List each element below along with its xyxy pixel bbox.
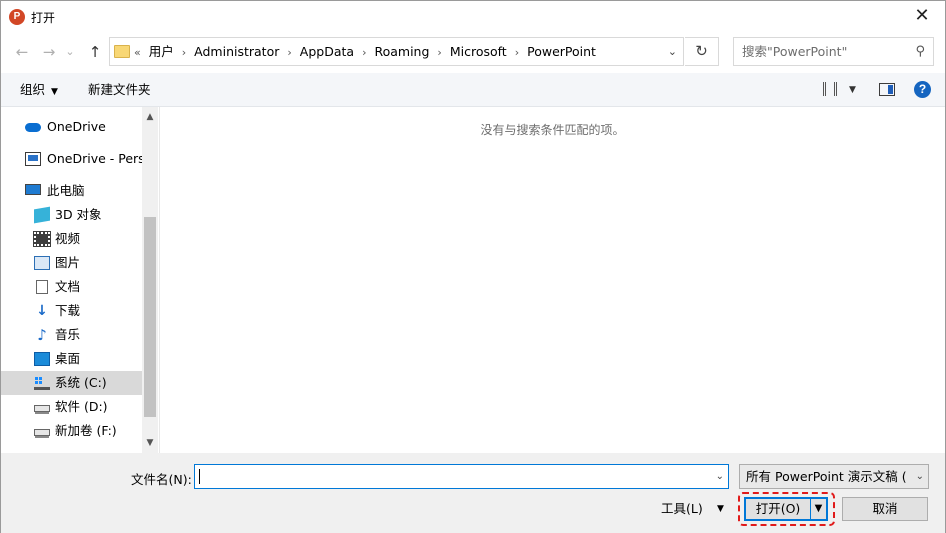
chevron-right-icon[interactable]: › <box>362 39 366 66</box>
powerpoint-app-icon: P <box>9 9 25 25</box>
empty-results-message: 没有与搜索条件匹配的项。 <box>480 123 625 137</box>
breadcrumb: « 用户 › Administrator › AppData › Roaming › Micros… <box>134 38 599 65</box>
filetype-value: 所有 PowerPoint 演示文稿 (*.pptx;*.ppt) <box>746 469 906 484</box>
sidebar-item-label: 3D 对象 <box>55 207 102 222</box>
view-caret-icon[interactable]: ▼ <box>849 73 856 107</box>
sidebar-item-label: 此电脑 <box>47 183 85 198</box>
recent-locations-button[interactable]: ⌄ <box>59 40 81 64</box>
sidebar-item-label: 新加卷 (F:) <box>55 423 117 438</box>
breadcrumb-item[interactable]: Microsoft <box>450 38 507 65</box>
search-input[interactable]: 搜索"PowerPoint" ⚲ <box>733 37 934 66</box>
breadcrumb-overflow[interactable]: « <box>134 39 141 66</box>
cancel-button[interactable]: 取消 <box>842 497 928 521</box>
chevron-down-icon[interactable]: ⌄ <box>716 465 724 488</box>
search-placeholder: 搜索"PowerPoint" <box>742 44 848 59</box>
search-icon: ⚲ <box>915 44 925 59</box>
sidebar-item-software-d[interactable]: 软件 (D:) <box>1 395 142 419</box>
sidebar-item-label: 下载 <box>55 303 81 318</box>
scroll-down-icon[interactable]: ▼ <box>142 435 158 451</box>
view-options-icon[interactable] <box>823 82 837 96</box>
sidebar-item-label: 音乐 <box>55 327 81 342</box>
sidebar-item-label: 桌面 <box>55 351 81 366</box>
sidebar-item-pictures[interactable]: 图片 <box>1 251 142 275</box>
cube-3d-icon <box>34 206 50 224</box>
scroll-up-icon[interactable]: ▲ <box>142 109 158 125</box>
scroll-thumb[interactable] <box>144 217 156 417</box>
video-icon <box>33 231 51 247</box>
chevron-down-icon: ⌄ <box>912 465 924 488</box>
open-button-label[interactable]: 打开(O) <box>746 499 810 519</box>
document-icon <box>36 280 48 294</box>
filename-label: 文件名(N): <box>131 472 192 487</box>
sidebar-item-new-volume-f[interactable]: 新加卷 (F:) <box>1 419 142 443</box>
sidebar-item-downloads[interactable]: ↓ 下载 <box>1 299 142 323</box>
text-caret <box>199 469 200 484</box>
address-bar[interactable]: « 用户 › Administrator › AppData › Roaming › Micros… <box>109 37 684 66</box>
sidebar-item-music[interactable]: ♪ 音乐 <box>1 323 142 347</box>
monitor-icon <box>25 152 41 166</box>
tools-menu-button[interactable]: 工具(L) <box>661 499 703 519</box>
title-bar: P 打开 ✕ <box>1 1 945 33</box>
close-button[interactable]: ✕ <box>899 1 945 31</box>
chevron-right-icon[interactable]: › <box>287 39 291 66</box>
cloud-icon <box>25 123 41 132</box>
organize-button[interactable]: 组织 ▼ <box>20 73 58 107</box>
desktop-icon <box>34 352 50 366</box>
drive-icon <box>34 429 50 438</box>
pc-icon <box>25 184 41 195</box>
sidebar-item-label: 图片 <box>55 255 81 270</box>
preview-pane-icon[interactable] <box>879 83 895 96</box>
sidebar-item-videos[interactable]: 视频 <box>1 227 142 251</box>
filename-input[interactable]: ⌄ <box>194 464 729 489</box>
up-folder-button[interactable]: ↑ <box>84 40 106 64</box>
sidebar-item-label: OneDrive <box>47 119 106 134</box>
help-icon[interactable]: ? <box>914 81 931 98</box>
sidebar-item-onedrive-personal[interactable]: OneDrive - Personal <box>1 147 142 171</box>
chevron-down-icon[interactable]: ⌄ <box>668 38 677 65</box>
sidebar-item-system-c[interactable]: 系统 (C:) <box>1 371 142 395</box>
folder-icon <box>114 45 130 58</box>
dialog-footer: 文件名(N): ⌄ 所有 PowerPoint 演示文稿 (*.pptx;*.p… <box>1 453 945 533</box>
pane-divider[interactable] <box>159 107 160 453</box>
drive-icon <box>34 405 50 414</box>
sidebar-item-label: 视频 <box>55 231 81 246</box>
sidebar-item-3d-objects[interactable]: 3D 对象 <box>1 203 142 227</box>
refresh-button[interactable]: ↻ <box>685 37 719 66</box>
breadcrumb-item[interactable]: 用户 <box>149 38 174 65</box>
sidebar-item-label: 软件 (D:) <box>55 399 108 414</box>
sidebar-item-label: OneDrive - Personal <box>47 151 142 166</box>
breadcrumb-item[interactable]: Administrator <box>194 38 279 65</box>
caret-down-icon[interactable]: ▼ <box>717 499 724 519</box>
music-icon: ♪ <box>37 326 47 344</box>
sidebar-item-label: 文档 <box>55 279 81 294</box>
sidebar-item-this-pc[interactable]: 此电脑 <box>1 179 142 203</box>
sidebar-item-documents[interactable]: 文档 <box>1 275 142 299</box>
filetype-select[interactable]: 所有 PowerPoint 演示文稿 (*.pptx;*.ppt) ⌄ <box>739 464 929 489</box>
sidebar-item-label: 系统 (C:) <box>55 375 107 390</box>
chevron-right-icon[interactable]: › <box>182 39 186 66</box>
chevron-right-icon[interactable]: › <box>437 39 441 66</box>
chevron-right-icon[interactable]: › <box>515 39 519 66</box>
command-toolbar: 组织 ▼ 新建文件夹 ▼ ? <box>1 73 945 107</box>
breadcrumb-item[interactable]: PowerPoint <box>527 38 596 65</box>
back-button[interactable]: ← <box>11 40 33 64</box>
organize-label: 组织 <box>20 82 46 97</box>
open-dropdown-icon[interactable]: ▼ <box>811 499 826 519</box>
sidebar-scrollbar[interactable]: ▲ ▼ <box>142 107 158 453</box>
sidebar-item-desktop[interactable]: 桌面 <box>1 347 142 371</box>
navigation-pane: OneDrive OneDrive - Personal 此电脑 3D 对象 视… <box>1 107 159 453</box>
sidebar-item-onedrive[interactable]: OneDrive <box>1 115 142 139</box>
breadcrumb-item[interactable]: Roaming <box>374 38 429 65</box>
window-title: 打开 <box>31 11 56 25</box>
picture-icon <box>34 256 50 270</box>
open-button[interactable]: 打开(O) ▼ <box>744 497 828 521</box>
download-icon: ↓ <box>36 303 48 319</box>
new-folder-button[interactable]: 新建文件夹 <box>88 73 151 107</box>
system-drive-icon <box>34 376 50 390</box>
open-file-dialog: P 打开 ✕ ← → ⌄ ↑ « 用户 › Administrator › AppData… <box>0 0 946 533</box>
caret-down-icon: ▼ <box>51 87 58 97</box>
forward-button[interactable]: → <box>38 40 60 64</box>
breadcrumb-item[interactable]: AppData <box>300 38 354 65</box>
